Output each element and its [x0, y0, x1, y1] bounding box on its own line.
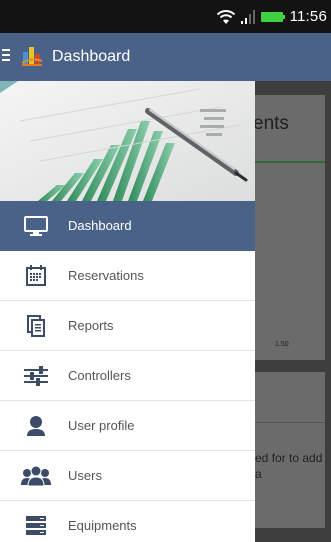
- monitor-icon: [18, 213, 54, 239]
- card-title: ents: [253, 113, 289, 134]
- nav-label: Reports: [68, 318, 114, 333]
- nav-item-equipments[interactable]: Equipments: [0, 501, 255, 542]
- signal-icon: [240, 9, 256, 25]
- nav-label: Reservations: [68, 268, 144, 283]
- card-divider: [253, 422, 325, 423]
- user-icon: [18, 413, 54, 439]
- nav-label: Dashboard: [68, 218, 132, 233]
- users-icon: [18, 463, 54, 489]
- nav-item-dashboard[interactable]: Dashboard: [0, 201, 255, 251]
- server-icon: [18, 513, 54, 539]
- clock: 11:56: [289, 8, 327, 25]
- battery-icon: [260, 10, 286, 24]
- drawer-header-image: [0, 81, 255, 201]
- nav-label: Equipments: [68, 518, 137, 533]
- nav-label: Controllers: [68, 368, 131, 383]
- wifi-icon: [216, 9, 236, 25]
- card-divider: [253, 161, 325, 163]
- nav-item-reports[interactable]: Reports: [0, 301, 255, 351]
- page-title: Dashboard: [52, 48, 131, 65]
- nav-item-users[interactable]: Users: [0, 451, 255, 501]
- app-logo-icon: [20, 43, 44, 72]
- nav-item-user-profile[interactable]: User profile: [0, 401, 255, 451]
- action-bar: Dashboard: [0, 33, 331, 81]
- chart-tick-label: 1.50: [275, 341, 289, 348]
- nav-item-controllers[interactable]: Controllers: [0, 351, 255, 401]
- menu-icon[interactable]: [2, 48, 12, 67]
- documents-icon: [18, 313, 54, 339]
- nav-item-reservations[interactable]: Reservations: [0, 251, 255, 301]
- status-bar: 11:56: [0, 0, 331, 33]
- calendar-icon: [18, 263, 54, 289]
- nav-list: Dashboard Reservations Reports Controlle…: [0, 201, 255, 542]
- sliders-icon: [18, 363, 54, 389]
- navigation-drawer: Dashboard Reservations Reports Controlle…: [0, 81, 255, 542]
- nav-label: User profile: [68, 418, 135, 433]
- card-message: ed for to add a: [255, 451, 323, 481]
- nav-label: Users: [68, 468, 102, 483]
